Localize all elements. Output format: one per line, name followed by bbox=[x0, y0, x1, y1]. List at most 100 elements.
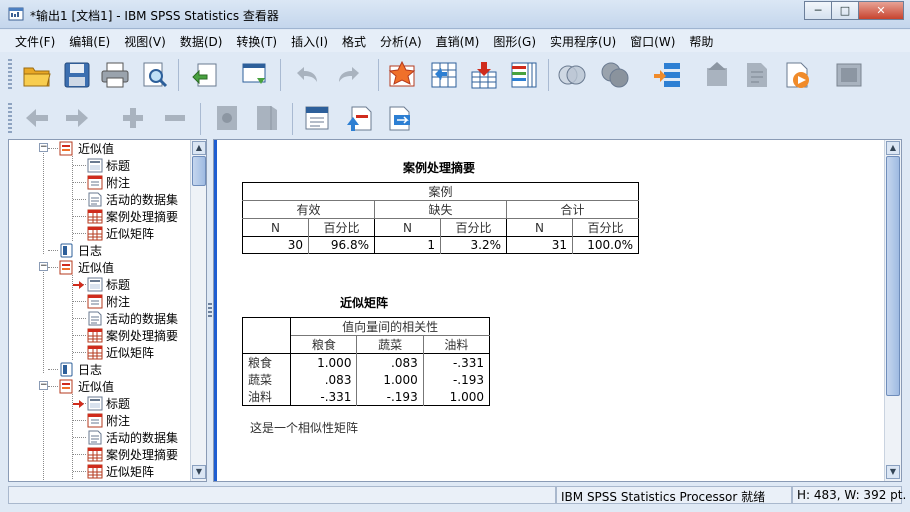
menu-window[interactable]: 窗口(W) bbox=[623, 33, 682, 50]
menu-view[interactable]: 视图(V) bbox=[117, 33, 173, 50]
outline-node[interactable]: 近似值 bbox=[59, 140, 114, 157]
outline-scroll-thumb[interactable] bbox=[192, 156, 206, 186]
variables-icon[interactable] bbox=[507, 58, 541, 92]
outline-node[interactable]: 日志 bbox=[59, 242, 102, 259]
outline-node[interactable]: 近似矩阵 bbox=[87, 463, 154, 480]
toolbar-grip-2[interactable] bbox=[8, 103, 12, 135]
scroll-up-arrow-icon[interactable]: ▲ bbox=[886, 141, 900, 155]
demote-icon[interactable] bbox=[740, 58, 774, 92]
outline-scrollbar[interactable]: ▲ ▼ bbox=[190, 140, 206, 481]
menu-direct-marketing[interactable]: 直销(M) bbox=[429, 33, 487, 50]
matrix-cell: .083 bbox=[290, 371, 358, 388]
content-scroll-thumb[interactable] bbox=[886, 156, 900, 396]
outline-node[interactable]: 标题 bbox=[87, 276, 130, 293]
spss-app-icon[interactable] bbox=[8, 6, 24, 22]
outline-node[interactable]: 附注 bbox=[87, 293, 130, 310]
proximity-matrix-title[interactable]: 近似矩阵 bbox=[314, 294, 414, 311]
use-sets-icon[interactable] bbox=[555, 58, 589, 92]
title-bar: *输出1 [文档1] - IBM SPSS Statistics 查看器 ─ □… bbox=[0, 0, 910, 29]
matrix-cell: -.193 bbox=[452, 372, 484, 387]
outline-node[interactable]: 附注 bbox=[87, 174, 130, 191]
outline-node-label: 活动的数据集 bbox=[106, 312, 179, 326]
save-icon[interactable] bbox=[60, 58, 94, 92]
menu-file[interactable]: 文件(F) bbox=[8, 33, 62, 50]
collapse-left-arrow-icon[interactable] bbox=[20, 101, 54, 135]
outline-node[interactable]: 附注 bbox=[87, 412, 130, 429]
maximize-button[interactable]: □ bbox=[831, 1, 859, 20]
output-content-pane[interactable]: 案例处理摘要 案例 有效 缺失 合计 N 百分比 N 百分比 N 百分比 30 … bbox=[213, 139, 902, 482]
case-summary-title[interactable]: 案例处理摘要 bbox=[374, 159, 504, 176]
outline-node[interactable]: 标题 bbox=[87, 395, 130, 412]
case-summary-table[interactable]: 案例 有效 缺失 合计 N 百分比 N 百分比 N 百分比 30 96.8% 1… bbox=[242, 182, 639, 254]
menu-transform[interactable]: 转换(T) bbox=[229, 33, 284, 50]
promote-icon[interactable] bbox=[700, 58, 734, 92]
expand-right-arrow-icon[interactable] bbox=[60, 101, 94, 135]
selection-marker bbox=[214, 140, 217, 481]
menu-data[interactable]: 数据(D) bbox=[173, 33, 230, 50]
redo-icon[interactable] bbox=[332, 58, 366, 92]
proximity-matrix-table[interactable]: 值向量间的相关性 粮食 蔬菜 油料 粮食 1.000 .083 -.331 蔬菜… bbox=[242, 317, 490, 406]
menu-format[interactable]: 格式 bbox=[335, 33, 373, 50]
matrix-cell: 1.000 bbox=[290, 353, 358, 371]
expand-plus-icon[interactable] bbox=[116, 101, 150, 135]
notes-icon bbox=[87, 175, 103, 190]
show-icon[interactable] bbox=[210, 101, 244, 135]
goto-variable-icon[interactable] bbox=[467, 58, 501, 92]
insert-title-icon[interactable] bbox=[342, 101, 376, 135]
insert-heading-icon[interactable] bbox=[300, 101, 334, 135]
valid-n-value: 30 bbox=[242, 236, 309, 254]
designate-window-icon[interactable] bbox=[650, 58, 684, 92]
recall-dialog-icon[interactable] bbox=[238, 58, 272, 92]
close-button[interactable]: ✕ bbox=[858, 1, 904, 20]
show-all-variables-icon[interactable] bbox=[598, 58, 632, 92]
menu-help[interactable]: 帮助 bbox=[682, 33, 720, 50]
menu-analyze[interactable]: 分析(A) bbox=[373, 33, 429, 50]
status-bar: IBM SPSS Statistics Processor 就绪 H: 483,… bbox=[0, 484, 910, 512]
menu-edit[interactable]: 编辑(E) bbox=[62, 33, 117, 50]
toolbar-grip[interactable] bbox=[8, 59, 12, 91]
outline-node[interactable]: 近似值 bbox=[59, 378, 114, 395]
designate-output-icon[interactable] bbox=[832, 58, 866, 92]
outline-node[interactable]: 近似矩阵 bbox=[87, 225, 154, 242]
content-scrollbar[interactable]: ▲ ▼ bbox=[884, 140, 901, 481]
current-item-arrow-icon bbox=[73, 279, 85, 289]
spss-script-icon[interactable] bbox=[780, 58, 814, 92]
collapse-toggle-3[interactable]: − bbox=[39, 381, 48, 390]
subheader-n: N bbox=[506, 218, 573, 237]
outline-node[interactable]: 案例处理摘要 bbox=[87, 327, 178, 344]
notes-icon bbox=[87, 413, 103, 428]
outline-node[interactable]: 活动的数据集 bbox=[87, 310, 178, 327]
menu-utilities[interactable]: 实用程序(U) bbox=[543, 33, 623, 50]
outline-node[interactable]: 案例处理摘要 bbox=[87, 208, 178, 225]
scroll-down-arrow-icon[interactable]: ▼ bbox=[886, 465, 900, 479]
hide-icon[interactable] bbox=[250, 101, 284, 135]
insert-text-icon[interactable] bbox=[382, 101, 416, 135]
outline-node[interactable]: 标题 bbox=[87, 157, 130, 174]
scroll-up-arrow-icon[interactable]: ▲ bbox=[192, 141, 206, 155]
print-icon[interactable] bbox=[98, 58, 132, 92]
scroll-down-arrow-icon[interactable]: ▼ bbox=[192, 465, 206, 479]
outline-node[interactable]: 日志 bbox=[59, 361, 102, 378]
outline-node[interactable]: 案例处理摘要 bbox=[87, 446, 178, 463]
menu-insert[interactable]: 插入(I) bbox=[284, 33, 335, 50]
outline-node-label: 近似值 bbox=[78, 261, 115, 275]
goto-data-icon[interactable] bbox=[385, 58, 419, 92]
outline-node-label: 标题 bbox=[106, 278, 131, 292]
collapse-toggle-1[interactable]: − bbox=[39, 143, 48, 152]
outline-node[interactable]: 活动的数据集 bbox=[87, 191, 178, 208]
outline-node[interactable]: 近似值 bbox=[59, 259, 114, 276]
matrix-row-label: 粮食 bbox=[242, 353, 292, 371]
collapse-toggle-2[interactable]: − bbox=[39, 262, 48, 271]
goto-case-icon[interactable] bbox=[427, 58, 461, 92]
minimize-button[interactable]: ─ bbox=[804, 1, 832, 20]
undo-icon[interactable] bbox=[290, 58, 324, 92]
collapse-minus-icon[interactable] bbox=[158, 101, 192, 135]
print-preview-icon[interactable] bbox=[138, 58, 172, 92]
export-icon[interactable] bbox=[188, 58, 222, 92]
open-folder-icon[interactable] bbox=[20, 58, 54, 92]
menu-graphs[interactable]: 图形(G) bbox=[486, 33, 543, 50]
title-icon bbox=[87, 277, 103, 292]
outline-pane[interactable]: − − − 近似值 标题 附注 活动的数据集 案例处理摘要 近似矩阵 日志 近似值 标题 附注 活动… bbox=[8, 139, 207, 482]
outline-node[interactable]: 近似矩阵 bbox=[87, 344, 154, 361]
outline-node[interactable]: 活动的数据集 bbox=[87, 429, 178, 446]
